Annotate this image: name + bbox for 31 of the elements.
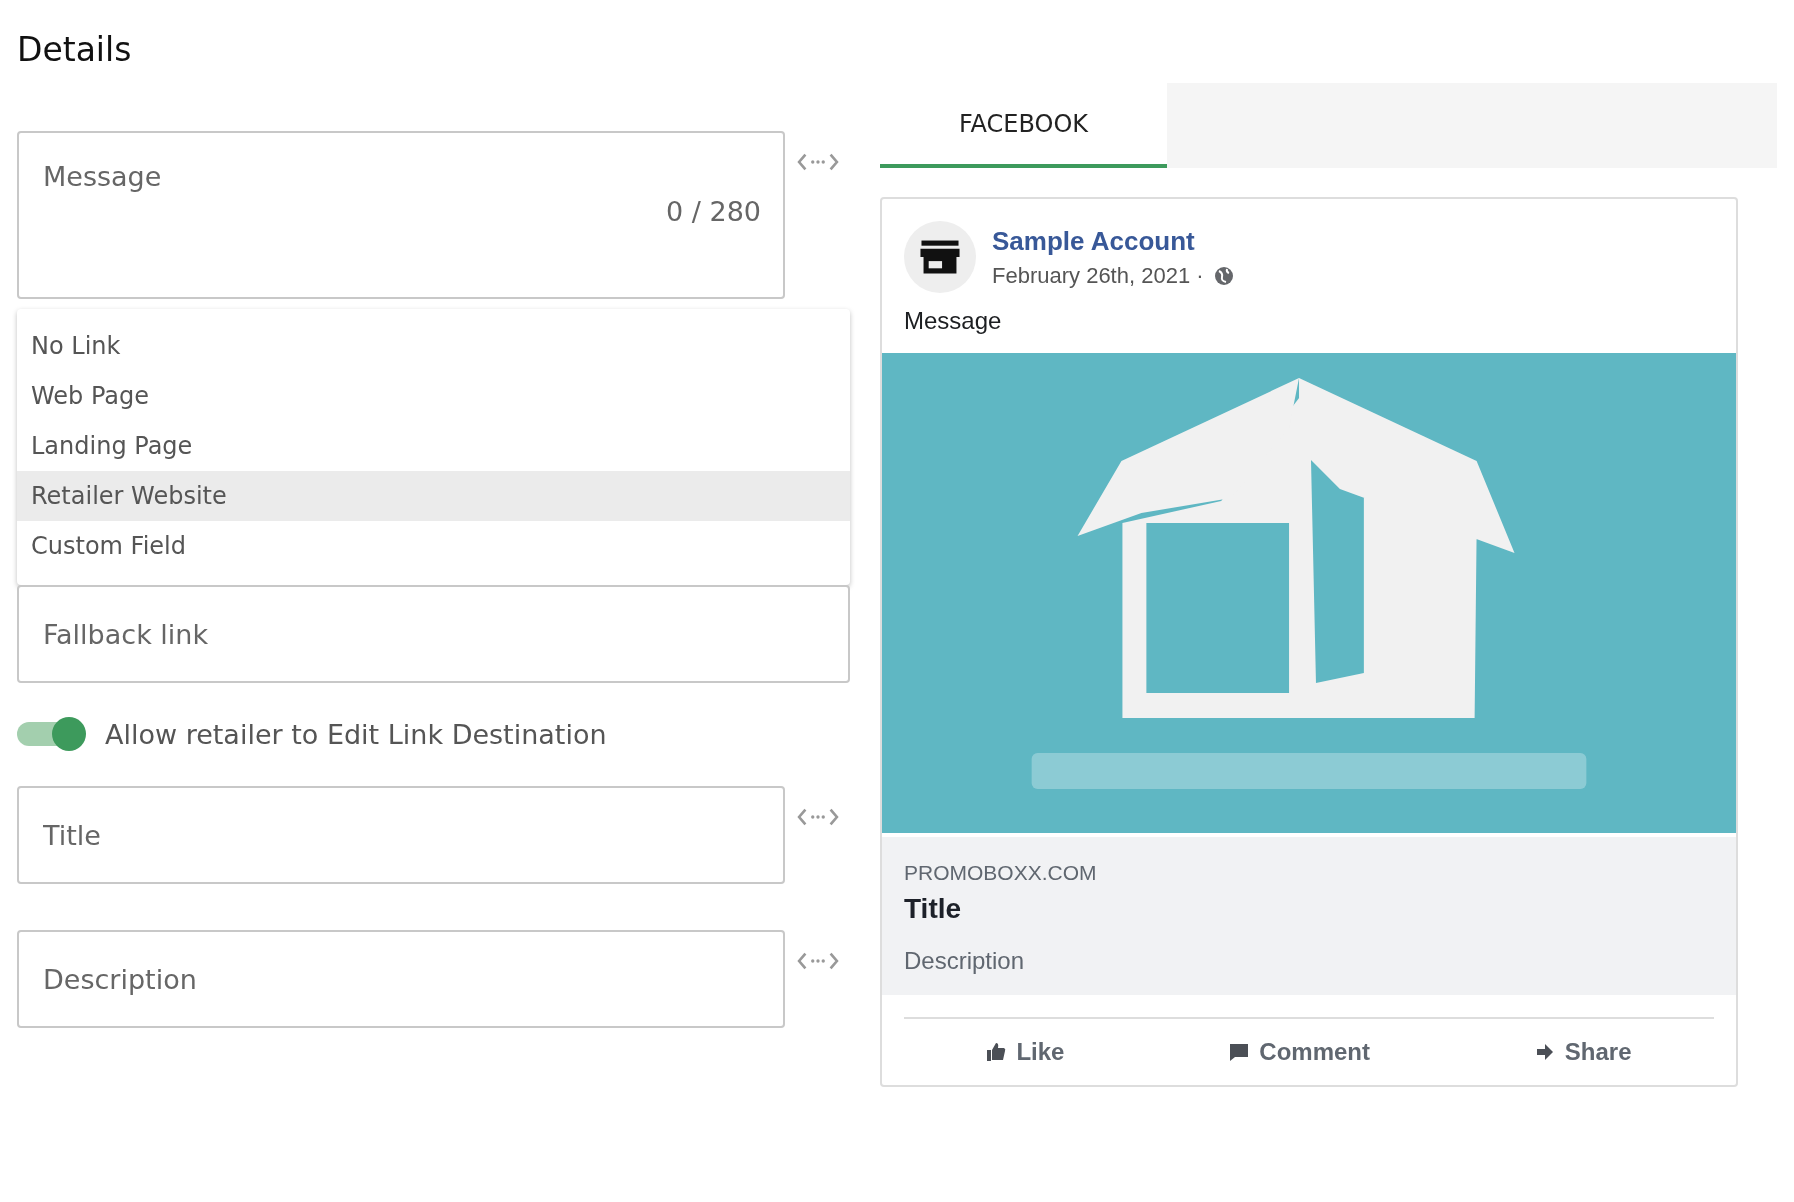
link-description: Description: [904, 947, 1026, 975]
character-counter: 0 / 280: [666, 196, 761, 227]
comment-button[interactable]: Comment: [1219, 1019, 1380, 1085]
menu-option[interactable]: Custom Field: [17, 521, 850, 571]
platform-tab[interactable]: FACEBOOK: [880, 83, 1167, 168]
post-date: February 26th, 2021 ·: [992, 262, 1204, 289]
toggle-switch[interactable]: [17, 716, 89, 752]
thumbs-up-icon: [986, 1042, 1007, 1062]
account-name[interactable]: Sample Account: [992, 225, 1234, 257]
link-title: Title: [904, 893, 963, 925]
menu-option[interactable]: Retailer Website: [17, 471, 850, 521]
globe-icon: [1213, 265, 1234, 286]
like-button[interactable]: Like: [976, 1019, 1075, 1085]
menu-option[interactable]: No Link: [17, 321, 850, 371]
share-button[interactable]: Share: [1524, 1019, 1642, 1085]
link-domain: PROMOBOXX.COM: [904, 861, 1098, 885]
menu-option[interactable]: Landing Page: [17, 421, 850, 471]
description-field[interactable]: Description: [17, 930, 785, 1028]
menu-option[interactable]: Web Page: [17, 371, 850, 421]
code-icon[interactable]: [797, 151, 839, 173]
code-icon[interactable]: [797, 950, 839, 972]
link-preview[interactable]: PROMOBOXX.COM Title Description: [882, 837, 1736, 995]
arrow-icon: [1534, 1042, 1555, 1062]
post-message: Message: [903, 306, 1003, 336]
page-heading: Details: [17, 30, 132, 69]
code-icon[interactable]: [797, 806, 839, 828]
store-avatar-icon: [904, 221, 976, 293]
fallback-link-field[interactable]: Fallback link: [17, 585, 850, 683]
speech-bubble-icon: [1229, 1042, 1250, 1062]
title-field[interactable]: Title: [17, 786, 785, 884]
toggle-label: Allow retailer to Edit Link Destination: [105, 718, 607, 750]
